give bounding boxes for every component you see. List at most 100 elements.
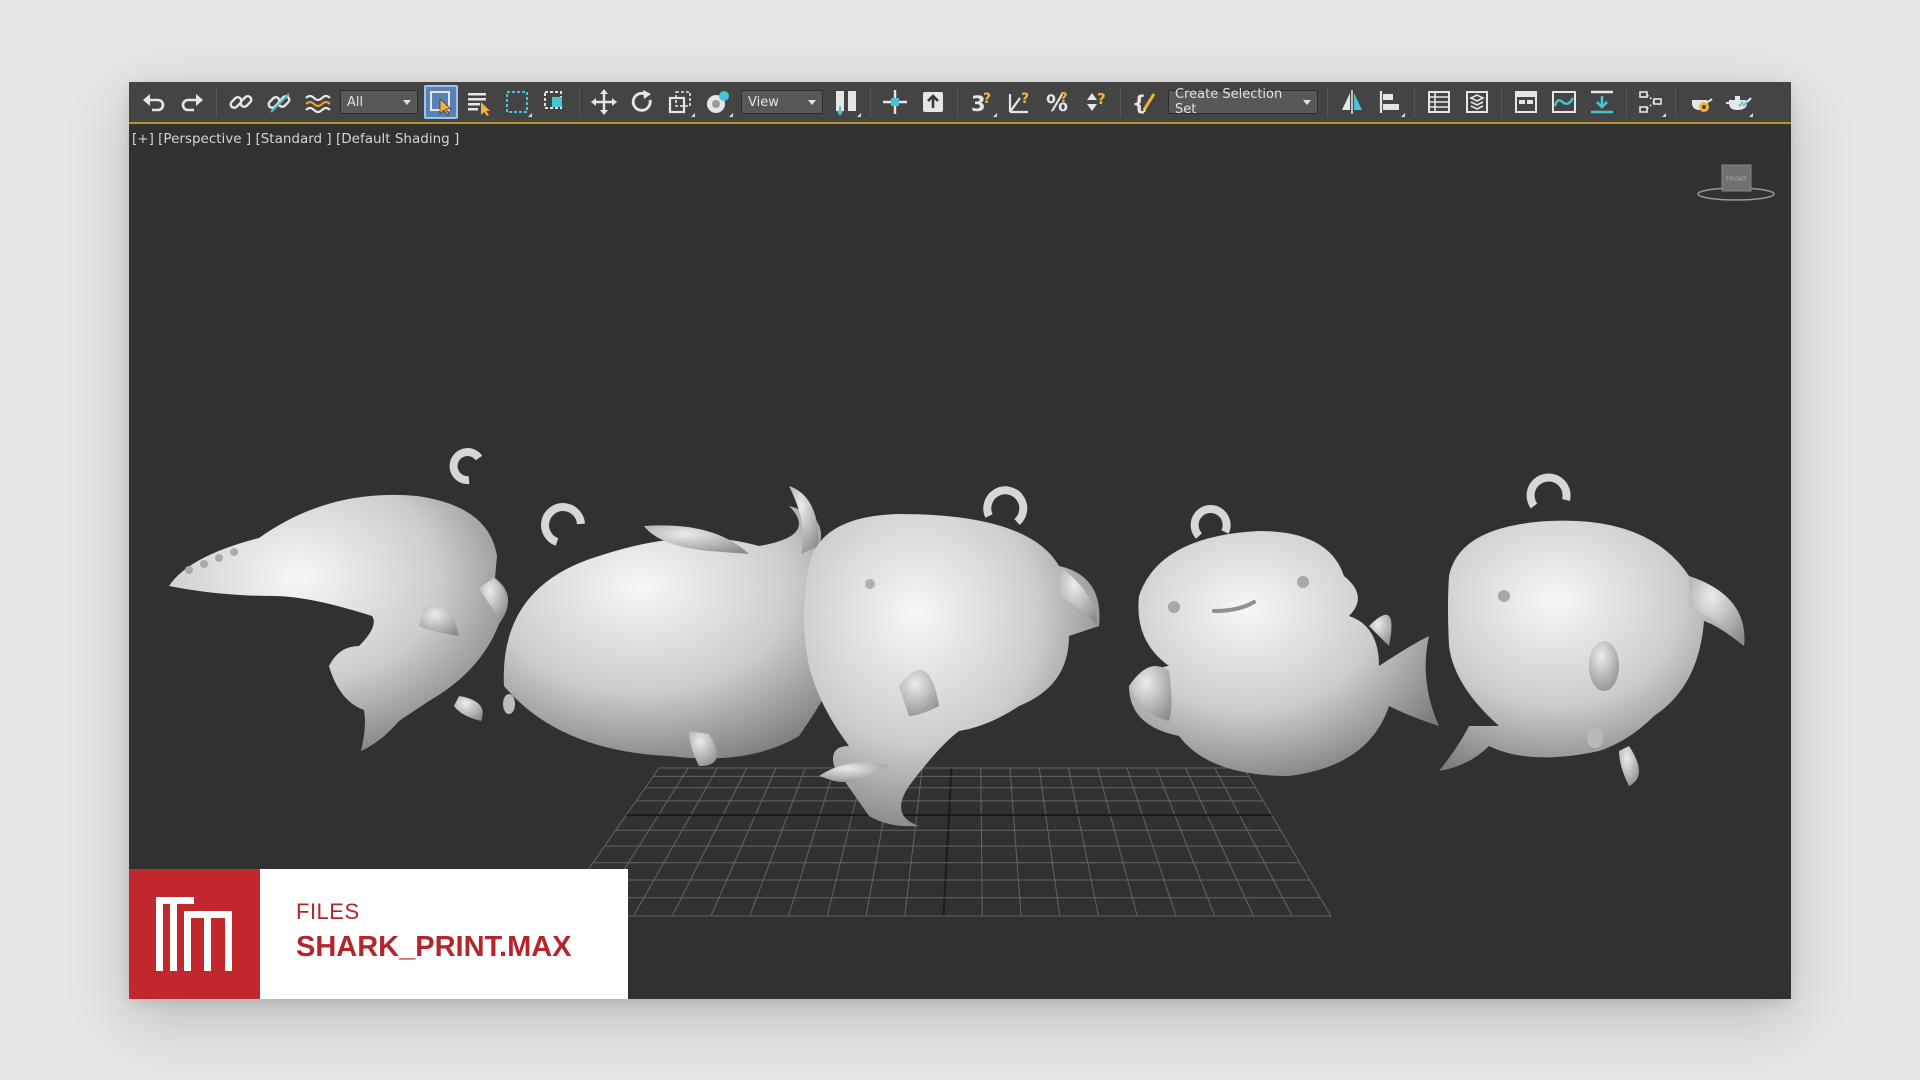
reference-coordinate-value: View: [748, 94, 779, 110]
rectangular-selection-icon: [506, 91, 528, 113]
grid-line: [788, 767, 835, 917]
named-selection-set-dropdown[interactable]: Create Selection Set: [1168, 87, 1318, 117]
grid-line: [749, 767, 806, 917]
flyout-corner-icon: [1401, 113, 1405, 117]
toolbar-separator: [1675, 87, 1676, 117]
select-and-move-button[interactable]: [587, 85, 621, 119]
viewport-label[interactable]: [+] [Perspective ] [Standard ] [Default …: [132, 131, 459, 147]
select-and-manipulate-icon: [883, 90, 907, 114]
dropdown-arrow-icon: [1303, 99, 1311, 105]
dropdown-arrow-icon: [403, 99, 411, 105]
svg-text:?: ?: [1097, 90, 1106, 108]
grid-line: [671, 767, 748, 917]
spinner-snap-icon: ?: [1087, 90, 1106, 111]
schematic-view-icon: [1639, 91, 1662, 113]
toolbar-separator: [1120, 87, 1121, 117]
toolbar-separator: [579, 87, 580, 117]
scene-explorer-button[interactable]: [1422, 85, 1456, 119]
grid-line: [1243, 767, 1332, 917]
select-and-rotate-button[interactable]: [625, 85, 659, 119]
flyout-corner-icon: [1749, 113, 1753, 117]
grid-line: [1185, 767, 1254, 917]
grid-line: [633, 767, 718, 917]
grid-line: [1038, 767, 1061, 917]
dropdown-arrow-icon: [808, 99, 816, 105]
flyout-corner-icon: [729, 113, 733, 117]
angle-snap-button[interactable]: ?: [1003, 85, 1037, 119]
render-setup-icon: [1692, 98, 1713, 112]
render-production-button[interactable]: [1721, 85, 1755, 119]
select-and-manipulate-button[interactable]: [878, 85, 912, 119]
align-button[interactable]: [1373, 85, 1407, 119]
flyout-corner-icon: [1662, 113, 1666, 117]
grid-line: [1155, 767, 1216, 917]
file-banner: FILES SHARK_PRINT.MAX: [129, 869, 628, 999]
svg-text:?: ?: [1060, 91, 1068, 106]
flyout-corner-icon: [528, 113, 532, 117]
select-object-button[interactable]: [424, 85, 458, 119]
flyout-corner-icon: [857, 113, 861, 117]
keyboard-shortcut-override-icon: [923, 92, 943, 112]
undo-button[interactable]: [137, 85, 171, 119]
flyout-corner-icon: [993, 113, 997, 117]
select-and-place-button[interactable]: [701, 85, 735, 119]
home-grid: [555, 767, 1332, 917]
bind-to-space-warp-button[interactable]: [300, 85, 334, 119]
file-info: FILES SHARK_PRINT.MAX: [260, 869, 628, 999]
spinner-snap-button[interactable]: ?: [1079, 85, 1113, 119]
toolbar-separator: [870, 87, 871, 117]
rectangular-selection-button[interactable]: [500, 85, 534, 119]
selection-filter-value: All: [347, 94, 364, 110]
window-crossing-button[interactable]: [538, 85, 572, 119]
render-production-icon: [1726, 96, 1752, 110]
toolbar-separator: [1501, 87, 1502, 117]
edit-named-selection-icon: {: [1132, 91, 1156, 115]
percent-snap-button[interactable]: %?: [1041, 85, 1075, 119]
shark-charm-5[interactable]: [1439, 473, 1745, 786]
redo-button[interactable]: [175, 85, 209, 119]
scene-explorer-icon: [1428, 91, 1450, 113]
reference-coordinate-dropdown[interactable]: View: [741, 90, 823, 114]
selection-filter-dropdown[interactable]: All: [340, 90, 418, 114]
flyout-corner-icon: [691, 113, 695, 117]
unlink-icon: [267, 93, 291, 113]
svg-text:?: ?: [1021, 91, 1029, 107]
link-button[interactable]: [224, 85, 258, 119]
toggle-ribbon-button[interactable]: [1509, 85, 1543, 119]
tm-logo-icon: [155, 897, 232, 971]
edit-named-selection-button[interactable]: {: [1128, 85, 1162, 119]
grid-line: [1097, 767, 1138, 917]
schematic-view-button[interactable]: [1634, 85, 1668, 119]
shark-charm-1[interactable]: [169, 448, 509, 751]
shark-charm-4[interactable]: [1129, 505, 1439, 776]
curve-editor-button[interactable]: [1547, 85, 1581, 119]
select-and-place-icon: [707, 91, 729, 113]
select-by-name-icon: [468, 93, 490, 116]
curve-editor-icon: [1552, 91, 1576, 113]
brand-logo: [129, 869, 260, 999]
mirror-icon: [1342, 90, 1362, 114]
layer-explorer-button[interactable]: [1460, 85, 1494, 119]
file-name: SHARK_PRINT.MAX: [296, 931, 572, 963]
dope-sheet-button[interactable]: [1585, 85, 1619, 119]
keyboard-shortcut-override-button[interactable]: [916, 85, 950, 119]
grid-line: [710, 767, 777, 917]
grid-line: [942, 767, 953, 917]
align-icon: [1379, 91, 1399, 113]
use-pivot-center-button[interactable]: [829, 85, 863, 119]
redo-icon: [181, 94, 203, 112]
select-and-move-icon: [591, 89, 617, 115]
select-by-name-button[interactable]: [462, 85, 496, 119]
select-object-icon: [430, 91, 453, 116]
snaps-toggle-button[interactable]: 3?: [965, 85, 999, 119]
unlink-button[interactable]: [262, 85, 296, 119]
select-and-scale-button[interactable]: [663, 85, 697, 119]
render-setup-button[interactable]: [1683, 85, 1717, 119]
grid-line: [1009, 767, 1022, 917]
viewcube-icon[interactable]: FRONT: [1696, 164, 1776, 208]
window-crossing-icon: [544, 91, 562, 109]
grid-line: [1126, 767, 1177, 917]
file-kicker: FILES: [296, 899, 360, 924]
angle-snap-icon: ?: [1008, 91, 1029, 114]
mirror-button[interactable]: [1335, 85, 1369, 119]
